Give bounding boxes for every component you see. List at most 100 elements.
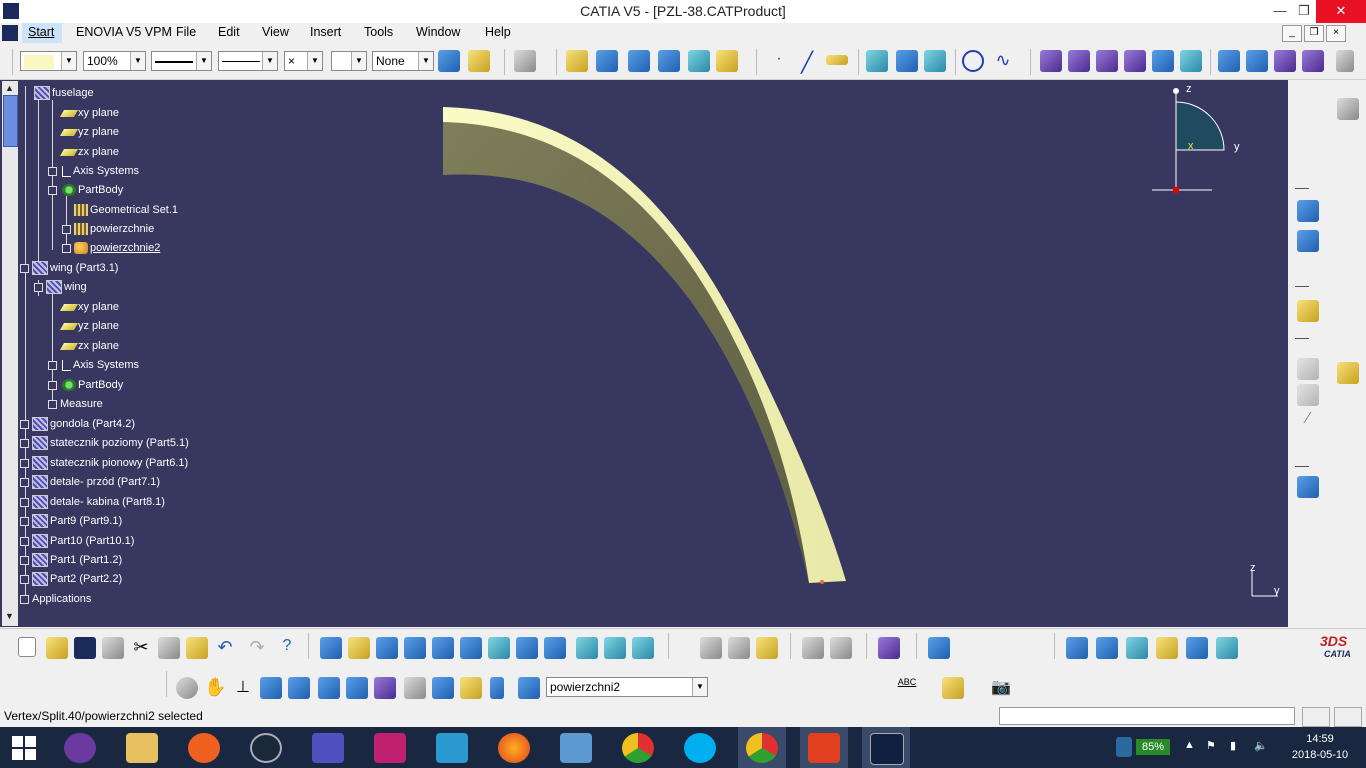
flag-icon[interactable]: ⚑: [1206, 739, 1216, 752]
apply-material-icon[interactable]: [1337, 362, 1359, 384]
line-icon[interactable]: ╱: [796, 50, 818, 74]
layer-combo[interactable]: ▼: [331, 51, 367, 71]
menu-enovia[interactable]: ENOVIA V5 VPM: [76, 25, 172, 39]
expand-icon[interactable]: [48, 361, 57, 370]
none-combo[interactable]: None ▼: [372, 51, 434, 71]
skype-icon[interactable]: [684, 733, 716, 763]
expand-icon[interactable]: [20, 575, 29, 584]
revolve-icon[interactable]: [628, 50, 650, 72]
hide-show-icon[interactable]: [604, 637, 626, 659]
catalog-icon[interactable]: [514, 50, 536, 72]
shading-icon[interactable]: [576, 637, 598, 659]
tree-item-powierzchnie2[interactable]: powierzchnie2: [62, 239, 160, 257]
open-icon[interactable]: [46, 637, 68, 659]
tree-item-part1[interactable]: Part1 (Part1.2): [20, 551, 122, 569]
boundary-icon[interactable]: [1124, 50, 1146, 72]
tree-item-yz-plane-2[interactable]: yz plane: [59, 317, 119, 335]
menu-window[interactable]: Window: [416, 25, 460, 39]
close-surface-icon[interactable]: [1274, 50, 1296, 72]
thick-surface-icon[interactable]: [1246, 50, 1268, 72]
thickness-combo[interactable]: ▼: [218, 51, 278, 71]
power-input[interactable]: [999, 707, 1295, 725]
zoom-out-icon[interactable]: [460, 637, 482, 659]
menu-insert[interactable]: Insert: [310, 25, 341, 39]
volume-icon[interactable]: 🔈: [1254, 739, 1268, 752]
copy-icon[interactable]: [158, 637, 180, 659]
list-icon[interactable]: [490, 677, 504, 699]
painter-icon[interactable]: [438, 50, 460, 72]
clock-date[interactable]: 2018-05-10: [1286, 749, 1354, 761]
selection-set-icon[interactable]: [518, 677, 540, 699]
insert-body-icon[interactable]: [1297, 230, 1319, 252]
zoom-in-icon[interactable]: [432, 637, 454, 659]
expand-icon[interactable]: [62, 244, 71, 253]
tree-item-detale-przod[interactable]: detale- przód (Part7.1): [20, 473, 160, 491]
scroll-up-arrow[interactable]: ▲: [5, 83, 14, 93]
axis-icon[interactable]: ⊥: [232, 677, 254, 699]
selected-vertex[interactable]: [820, 580, 824, 584]
expand-icon[interactable]: [20, 517, 29, 526]
chrome-active-icon[interactable]: [746, 733, 778, 763]
avatar-app-icon[interactable]: [808, 733, 840, 763]
expand-icon[interactable]: [48, 400, 57, 409]
expand-icon[interactable]: [20, 537, 29, 546]
document-icon[interactable]: [2, 25, 18, 41]
extract-icon[interactable]: [1096, 50, 1118, 72]
grid-icon[interactable]: [1066, 637, 1088, 659]
properties-icon[interactable]: [468, 50, 490, 72]
catia-task-icon[interactable]: [870, 733, 904, 765]
chevron-down-icon[interactable]: ▼: [196, 52, 211, 70]
new-icon[interactable]: [18, 637, 36, 657]
dimension-icon[interactable]: ∕: [1297, 410, 1319, 432]
pan-icon[interactable]: [376, 637, 398, 659]
extrapolate-icon[interactable]: [1152, 50, 1174, 72]
create-datum-icon[interactable]: [1216, 637, 1238, 659]
expand-icon[interactable]: [20, 459, 29, 468]
menu-start[interactable]: Start: [28, 25, 54, 39]
clock-time[interactable]: 14:59: [1290, 733, 1350, 745]
expand-icon[interactable]: [62, 225, 71, 234]
steam-icon[interactable]: [250, 733, 282, 763]
tree-item-zx-plane[interactable]: zx plane: [59, 143, 119, 161]
expand-icon[interactable]: [20, 420, 29, 429]
chrome-icon[interactable]: [622, 733, 654, 763]
chevron-down-icon[interactable]: ▼: [692, 678, 707, 696]
hand-icon[interactable]: ✋: [204, 677, 226, 699]
point-combo[interactable]: × ▼: [284, 51, 323, 71]
hierarchy-icon[interactable]: [260, 677, 282, 699]
chevron-down-icon[interactable]: ▼: [418, 52, 433, 70]
catalog-browser-icon[interactable]: [802, 637, 824, 659]
menu-file[interactable]: File: [176, 25, 196, 39]
tree-item-partbody[interactable]: PartBody: [48, 181, 123, 199]
expand-icon[interactable]: [20, 595, 29, 604]
battery-percent[interactable]: 85%: [1136, 739, 1170, 755]
collapse-icon[interactable]: [34, 283, 43, 292]
origin-icon[interactable]: [188, 733, 220, 763]
expand-icon[interactable]: [48, 167, 57, 176]
tree-item-wing-part[interactable]: wing (Part3.1): [20, 259, 118, 277]
scan-icon[interactable]: [404, 677, 426, 699]
rotate-icon[interactable]: [404, 637, 426, 659]
expand-icon[interactable]: [20, 478, 29, 487]
snap-icon[interactable]: [1126, 637, 1148, 659]
plane-system-icon[interactable]: [1186, 637, 1208, 659]
annotation-icon[interactable]: [1297, 476, 1319, 498]
tree-item-part2[interactable]: Part2 (Part2.2): [20, 570, 122, 588]
apply-material-icon-2[interactable]: [942, 677, 964, 699]
selection-combo[interactable]: powierzchni2 ▼: [546, 677, 708, 697]
multi-view-icon[interactable]: [516, 637, 538, 659]
surface-top[interactable]: [443, 107, 846, 583]
firefox-icon[interactable]: [498, 733, 530, 763]
part-body-icon[interactable]: [1218, 50, 1240, 72]
tree-scrollbar[interactable]: ▲ ▼: [2, 81, 18, 626]
fit-all-icon[interactable]: [348, 637, 370, 659]
tree-item-part9[interactable]: Part9 (Part9.1): [20, 512, 122, 530]
tree-icon[interactable]: [432, 677, 454, 699]
camera-icon[interactable]: 📷: [990, 677, 1012, 699]
split-icon[interactable]: [924, 50, 946, 72]
compass-plane[interactable]: [1175, 101, 1225, 151]
toolbar-overflow-icon[interactable]: [1336, 50, 1354, 72]
chevron-down-icon[interactable]: ▼: [130, 52, 145, 70]
expand-icon[interactable]: [20, 556, 29, 565]
compass-z-handle[interactable]: [1173, 88, 1179, 94]
